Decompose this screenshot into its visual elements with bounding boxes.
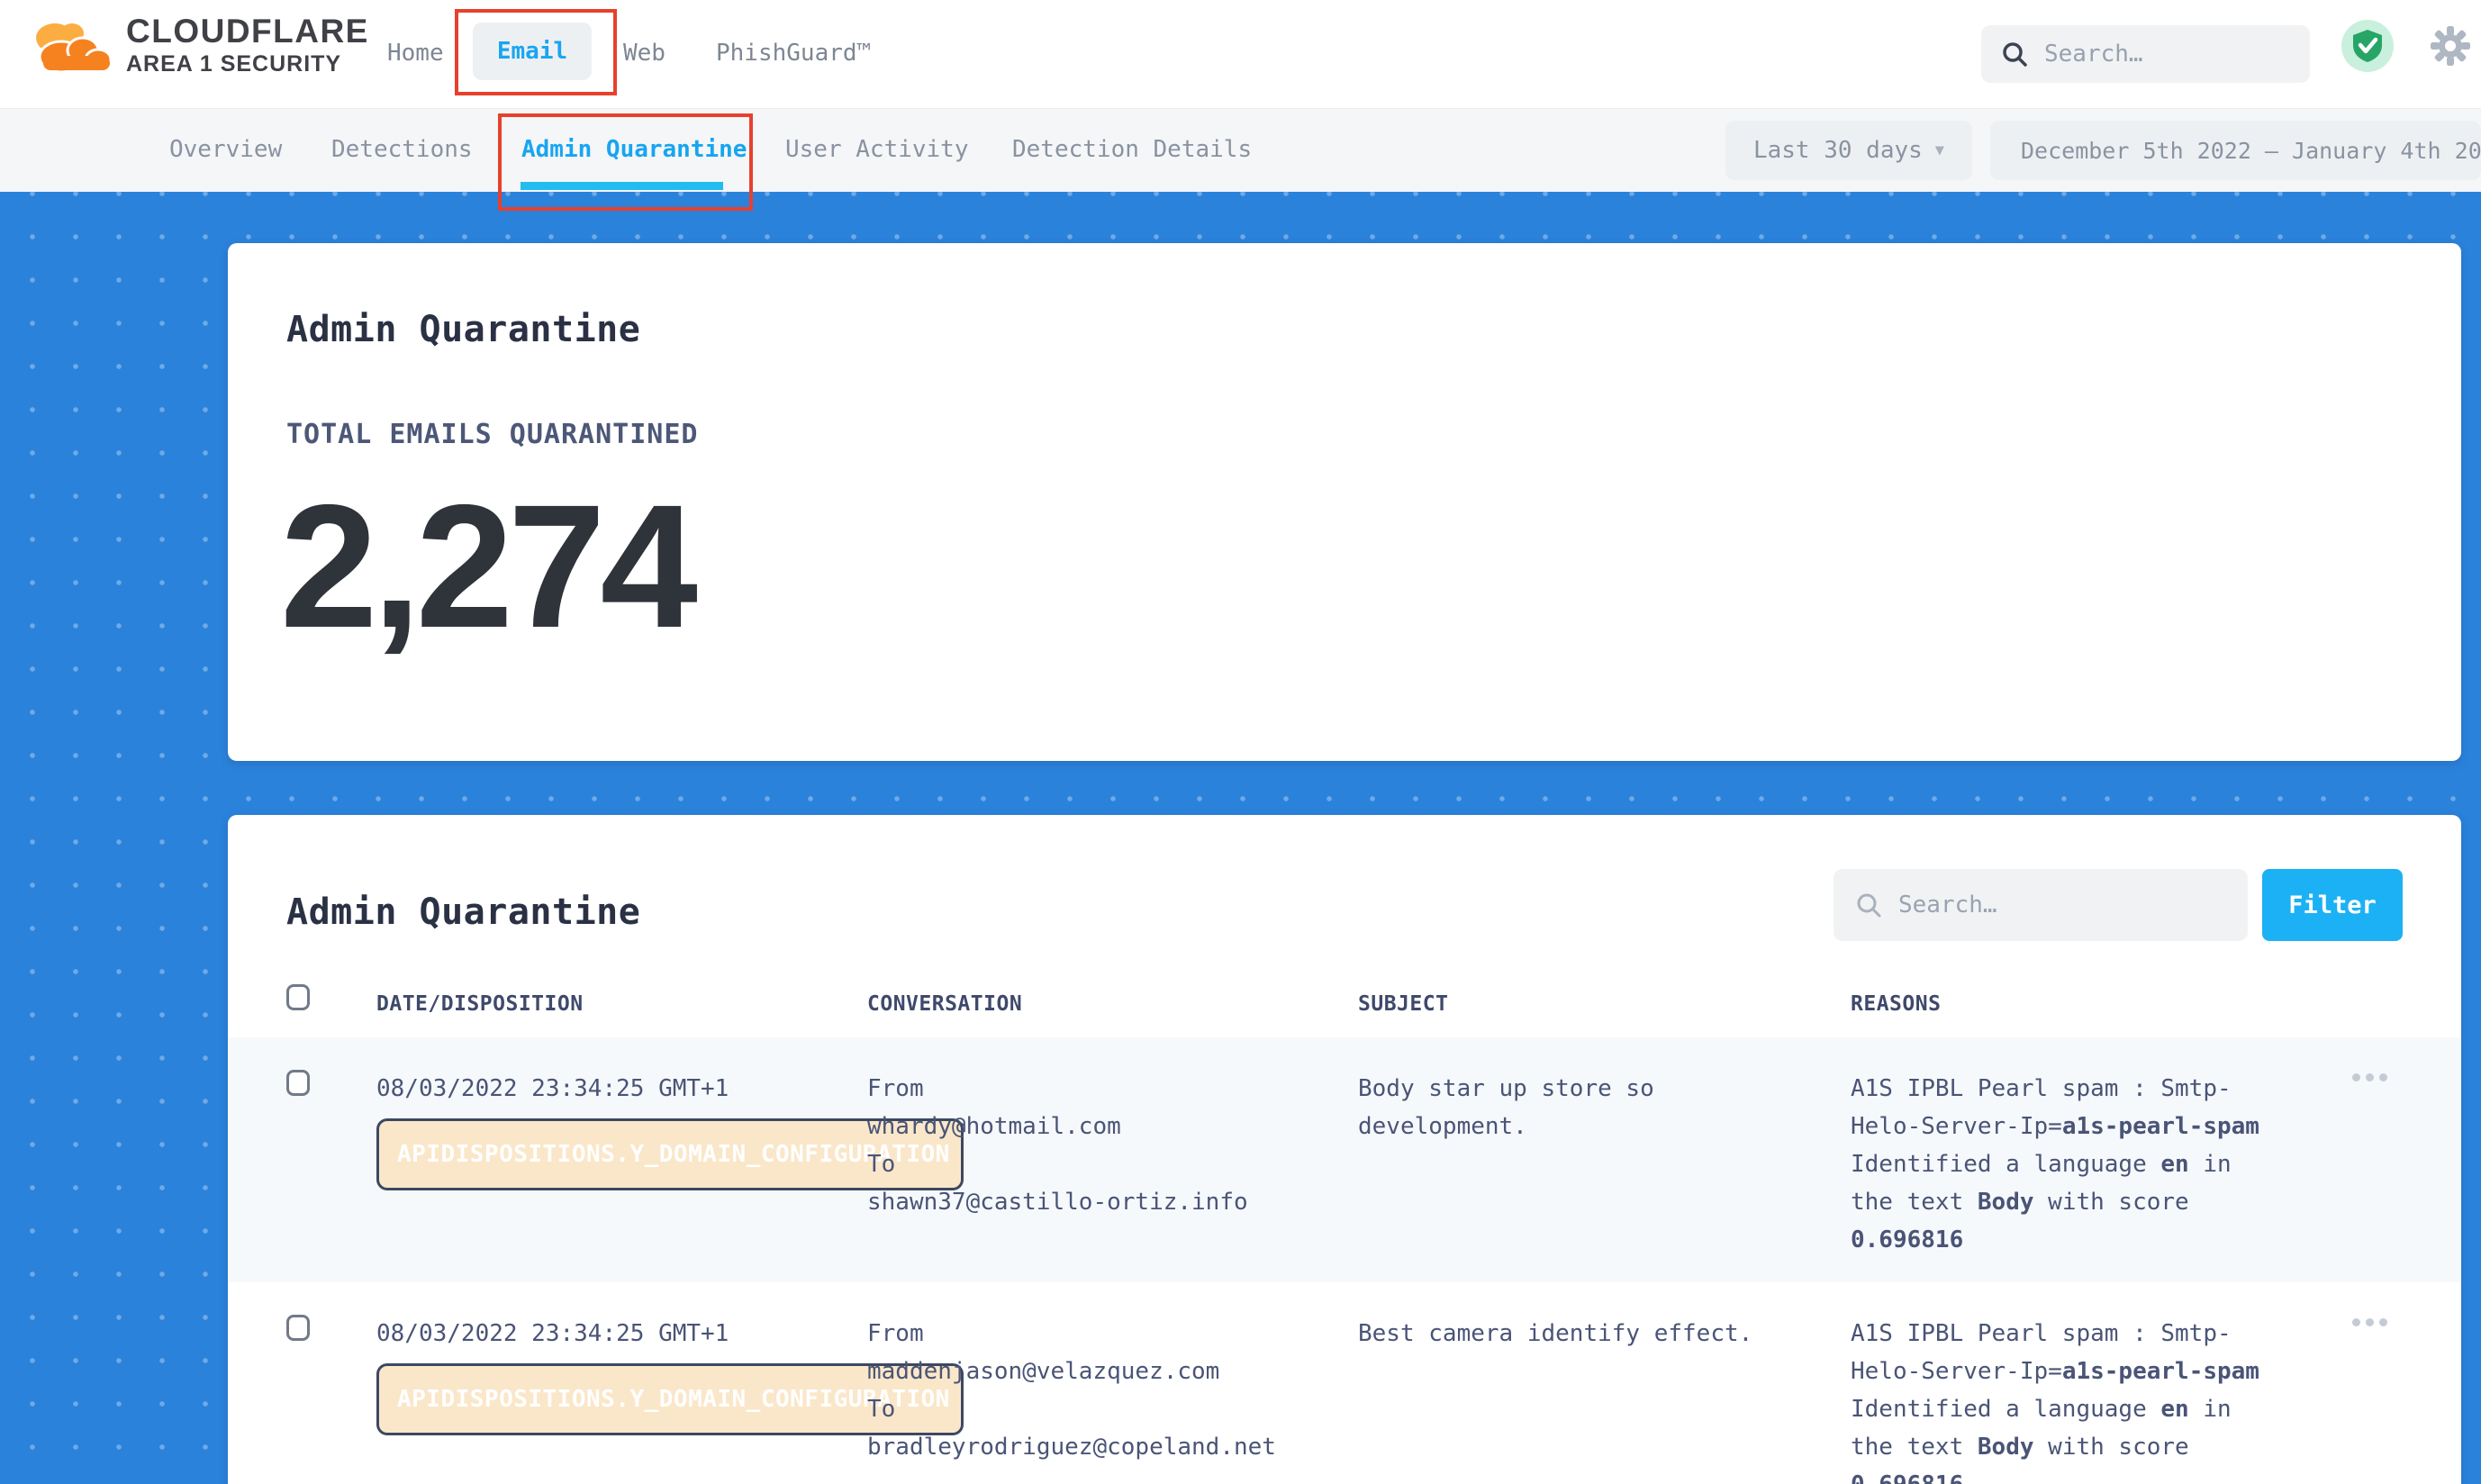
brand-subtitle: AREA 1 SECURITY — [126, 50, 369, 78]
quarantine-table-card: Admin Quarantine Filter DATE/DISPOSITION… — [228, 815, 2461, 1484]
from-label: From — [867, 1070, 1358, 1108]
nav-item-web[interactable]: Web — [623, 40, 666, 67]
select-all-checkbox[interactable] — [286, 984, 310, 1010]
nav-item-email[interactable]: Email — [473, 23, 592, 80]
row-more-actions-icon[interactable] — [2352, 1073, 2392, 1081]
date-range-value: December 5th 2022 — January 4th 2023 — [2021, 138, 2481, 164]
row-reasons: A1S IPBL Pearl spam : Smtp-Helo-Server-I… — [1851, 1070, 2265, 1259]
row-date: 08/03/2022 23:34:25 GMT+1 — [376, 1315, 867, 1353]
nav-item-phishguard[interactable]: PhishGuard™ — [716, 40, 871, 67]
column-header-conversation: CONVERSATION — [867, 977, 1358, 1016]
top-bar: CLOUDFLARE AREA 1 SECURITY Home Email We… — [0, 0, 2481, 109]
nav-item-home[interactable]: Home — [387, 40, 444, 67]
period-selector[interactable]: Last 30 days ▼ — [1725, 121, 1972, 180]
active-tab-underline — [521, 182, 723, 190]
cloudflare-cloud-icon — [25, 13, 115, 79]
search-icon — [2001, 41, 2028, 68]
table-row[interactable]: 08/03/2022 23:34:25 GMT+1 APIDISPOSITION… — [228, 1037, 2461, 1282]
period-selector-label: Last 30 days — [1753, 137, 1923, 164]
main-content: Admin Quarantine TOTAL EMAILS QUARANTINE… — [0, 192, 2481, 1484]
row-reasons: A1S IPBL Pearl spam : Smtp-Helo-Server-I… — [1851, 1315, 2265, 1484]
brand-name: CLOUDFLARE — [126, 14, 369, 50]
global-search[interactable] — [1981, 25, 2310, 83]
metric-label: TOTAL EMAILS QUARANTINED — [286, 419, 698, 450]
summary-card-title: Admin Quarantine — [286, 309, 640, 350]
from-address: whardy@hotmail.com — [867, 1108, 1358, 1145]
column-header-subject: SUBJECT — [1358, 977, 1851, 1016]
reason-line-1: A1S IPBL Pearl spam : Smtp-Helo-Server-I… — [1851, 1070, 2265, 1145]
to-label: To — [867, 1145, 1358, 1183]
metric-value: 2,274 — [280, 479, 693, 655]
reason-line-1: A1S IPBL Pearl spam : Smtp-Helo-Server-I… — [1851, 1315, 2265, 1390]
brand-logo[interactable]: CLOUDFLARE AREA 1 SECURITY — [25, 13, 369, 79]
column-header-reasons: REASONS — [1851, 977, 2323, 1016]
to-address: shawn37@castillo-ortiz.info — [867, 1183, 1358, 1221]
row-checkbox[interactable] — [286, 1070, 310, 1096]
to-address: bradleyrodriguez@copeland.net — [867, 1428, 1358, 1466]
column-header-date: DATE/DISPOSITION — [376, 977, 867, 1016]
filter-button[interactable]: Filter — [2262, 869, 2403, 941]
tab-user-activity[interactable]: User Activity — [785, 136, 969, 163]
summary-card: Admin Quarantine TOTAL EMAILS QUARANTINE… — [228, 243, 2461, 761]
from-address: maddenjason@velazquez.com — [867, 1353, 1358, 1390]
row-more-actions-icon[interactable] — [2352, 1318, 2392, 1326]
email-section-nav: Overview Detections Admin Quarantine Use… — [0, 109, 2481, 192]
global-search-input[interactable] — [2042, 40, 2289, 68]
chevron-down-icon: ▼ — [1935, 141, 1944, 159]
app-window: CLOUDFLARE AREA 1 SECURITY Home Email We… — [0, 0, 2481, 1484]
search-icon — [1855, 891, 1882, 918]
from-label: From — [867, 1315, 1358, 1353]
settings-gear-icon[interactable] — [2430, 25, 2471, 67]
date-range-field[interactable]: December 5th 2022 — January 4th 2023 — [1990, 121, 2481, 180]
shield-check-icon — [2352, 29, 2383, 63]
row-date: 08/03/2022 23:34:25 GMT+1 — [376, 1070, 867, 1108]
quarantine-card-title: Admin Quarantine — [286, 891, 640, 933]
security-status-badge[interactable] — [2341, 20, 2394, 72]
table-search[interactable] — [1834, 869, 2248, 941]
to-label: To — [867, 1390, 1358, 1428]
tab-admin-quarantine[interactable]: Admin Quarantine — [521, 136, 747, 163]
table-search-input[interactable] — [1897, 891, 2197, 919]
tab-detection-details[interactable]: Detection Details — [1012, 136, 1252, 163]
tab-overview[interactable]: Overview — [169, 136, 282, 163]
tab-detections[interactable]: Detections — [331, 136, 473, 163]
row-subject: Best camera identify effect. — [1358, 1315, 1808, 1353]
reason-line-2: Identified a language en in the text Bod… — [1851, 1145, 2265, 1259]
table-header-row: DATE/DISPOSITION CONVERSATION SUBJECT RE… — [228, 977, 2461, 1016]
reason-line-2: Identified a language en in the text Bod… — [1851, 1390, 2265, 1484]
table-row[interactable]: 08/03/2022 23:34:25 GMT+1 APIDISPOSITION… — [228, 1282, 2461, 1484]
row-subject: Body star up store so development. — [1358, 1070, 1808, 1145]
row-checkbox[interactable] — [286, 1315, 310, 1341]
